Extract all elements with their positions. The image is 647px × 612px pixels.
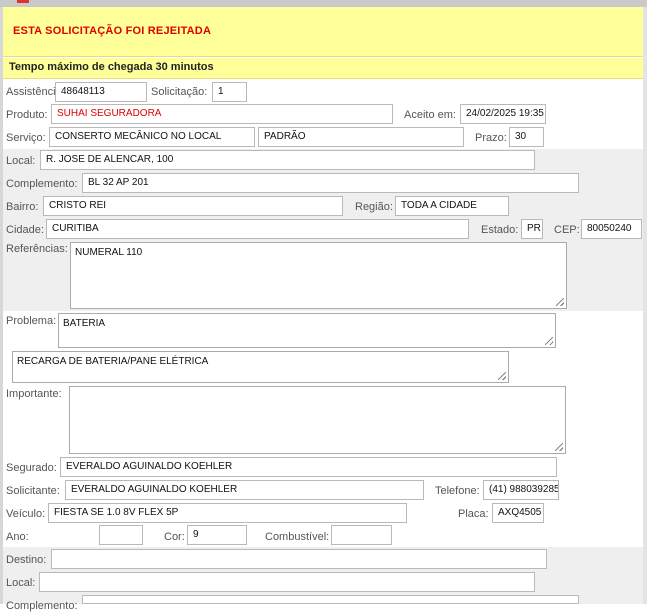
regiao-field[interactable]: TODA A CIDADE xyxy=(395,196,509,216)
complemento-field[interactable]: BL 32 AP 201 xyxy=(82,173,579,193)
cidade-field[interactable]: CURITIBA xyxy=(46,219,469,239)
referencias-text: NUMERAL 110 xyxy=(75,247,143,258)
problema-text: BATERIA xyxy=(63,318,106,329)
produto-label: Produto: xyxy=(6,109,48,121)
estado-label: Estado: xyxy=(481,224,519,236)
referencias-label: Referências: xyxy=(6,243,68,255)
importante-textarea[interactable] xyxy=(69,386,566,454)
regiao-label: Região: xyxy=(355,201,393,213)
estado-field[interactable]: PR xyxy=(521,219,543,239)
right-border xyxy=(643,7,647,604)
resize-grip-icon[interactable] xyxy=(498,372,506,380)
placa-field[interactable]: AXQ4505 xyxy=(492,503,544,523)
ano-field[interactable] xyxy=(99,525,143,545)
telefone-field[interactable]: (41) 988039285 xyxy=(483,480,559,500)
veiculo-label: Veículo: xyxy=(6,508,46,520)
destino-label: Destino: xyxy=(6,554,47,566)
destino-field[interactable] xyxy=(51,549,547,569)
importante-label: Importante: xyxy=(6,388,62,400)
solicitante-label: Solicitante: xyxy=(6,485,60,497)
resize-grip-icon[interactable] xyxy=(545,337,553,345)
cidade-label: Cidade: xyxy=(6,224,44,236)
problema-detalhe-text: RECARGA DE BATERIA/PANE ELÉTRICA xyxy=(17,356,209,367)
segurado-field[interactable]: EVERALDO AGUINALDO KOEHLER xyxy=(60,457,557,477)
cor-field[interactable]: 9 xyxy=(187,525,247,545)
cep-field[interactable]: 80050240 xyxy=(581,219,642,239)
destino-complemento-field[interactable] xyxy=(82,595,579,604)
solicitacao-label: Solicitação: xyxy=(151,86,208,98)
servico-field[interactable]: CONSERTO MECÂNICO NO LOCAL xyxy=(49,127,255,147)
top-marker xyxy=(17,0,29,3)
cep-label: CEP: xyxy=(554,224,580,236)
assistencia-field[interactable]: 48648113 xyxy=(55,82,147,102)
top-strip xyxy=(0,0,647,7)
problema-textarea[interactable]: BATERIA xyxy=(58,313,556,348)
problema-detalhe-textarea[interactable]: RECARGA DE BATERIA/PANE ELÉTRICA xyxy=(12,351,509,383)
combustivel-field[interactable] xyxy=(331,525,392,545)
resize-grip-icon[interactable] xyxy=(555,443,563,451)
servico-label: Serviço: xyxy=(6,132,46,144)
segurado-label: Segurado: xyxy=(6,462,57,474)
rejected-message: ESTA SOLICITAÇÃO FOI REJEITADA xyxy=(13,25,212,37)
cor-label: Cor: xyxy=(164,531,185,543)
prazo-label: Prazo: xyxy=(475,132,507,144)
destino-complemento-label: Complemento: xyxy=(6,600,78,612)
local-label: Local: xyxy=(6,155,36,167)
problema-label: Problema: xyxy=(6,315,57,327)
referencias-textarea[interactable]: NUMERAL 110 xyxy=(70,242,567,309)
aceito-em-label: Aceito em: xyxy=(404,109,456,121)
prazo-field[interactable]: 30 xyxy=(509,127,544,147)
placa-label: Placa: xyxy=(458,508,489,520)
servico-tipo-field[interactable]: PADRÃO xyxy=(258,127,464,147)
local-field[interactable]: R. JOSE DE ALENCAR, 100 xyxy=(40,150,535,170)
bairro-field[interactable]: CRISTO REI xyxy=(43,196,343,216)
destino-local-field[interactable] xyxy=(39,572,535,592)
complemento-label: Complemento: xyxy=(6,178,78,190)
bairro-label: Bairro: xyxy=(6,201,39,213)
resize-grip-icon[interactable] xyxy=(556,298,564,306)
aceito-em-field[interactable]: 24/02/2025 19:35 xyxy=(460,104,546,124)
telefone-label: Telefone: xyxy=(435,485,480,497)
combustivel-label: Combustível: xyxy=(265,531,330,543)
arrival-time-text: Tempo máximo de chegada 30 minutos xyxy=(9,61,214,73)
ano-label: Ano: xyxy=(6,531,29,543)
produto-field[interactable]: SUHAI SEGURADORA xyxy=(51,104,393,124)
veiculo-field[interactable]: FIESTA SE 1.0 8V FLEX 5P xyxy=(48,503,407,523)
destino-local-label: Local: xyxy=(6,577,36,589)
solicitacao-field[interactable]: 1 xyxy=(212,82,247,102)
solicitante-field[interactable]: EVERALDO AGUINALDO KOEHLER xyxy=(65,480,424,500)
